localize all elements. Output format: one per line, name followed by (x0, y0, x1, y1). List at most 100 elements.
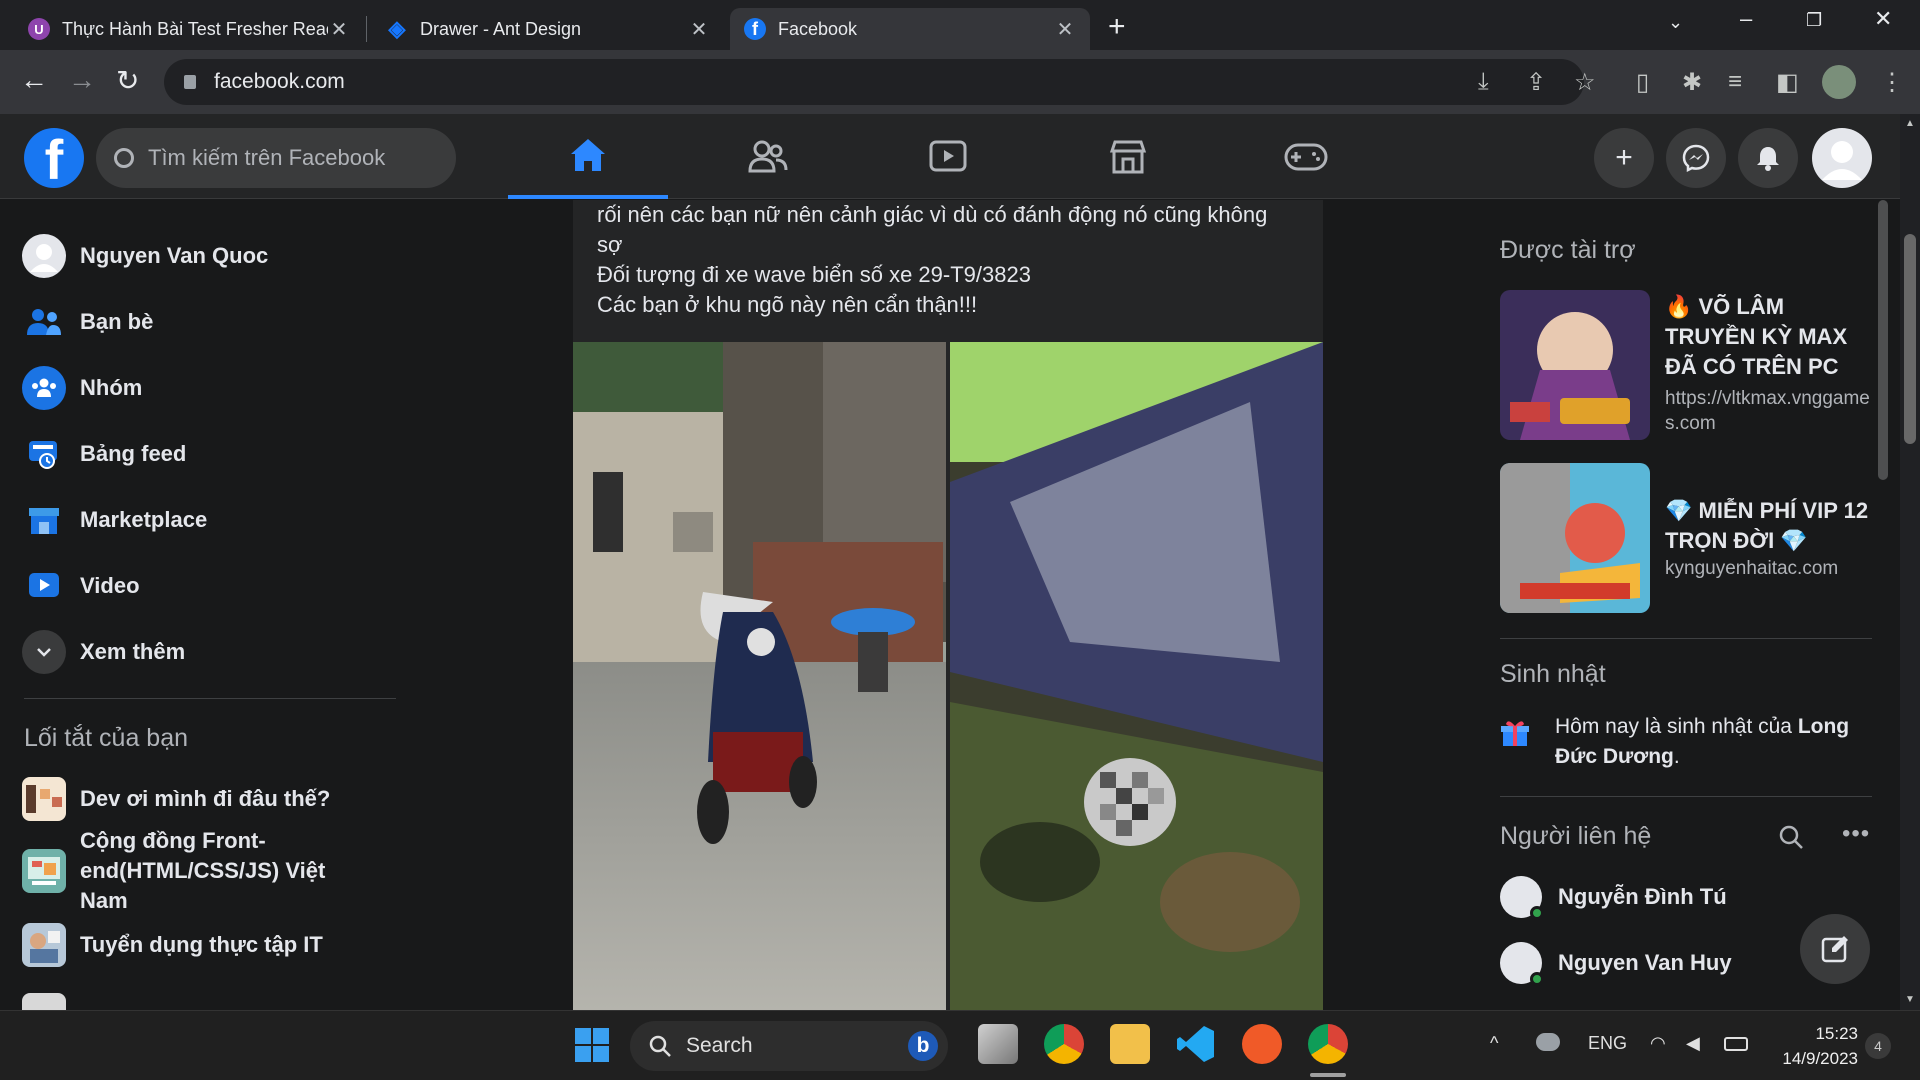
task-view-icon[interactable] (978, 1024, 1018, 1064)
browser-tab-ant-design[interactable]: ◈ Drawer - Ant Design ✕ (372, 8, 724, 50)
minimize-button[interactable]: – (1740, 6, 1752, 32)
new-message-button[interactable] (1800, 914, 1870, 984)
menu-kebab-icon[interactable]: ⋮ (1880, 68, 1904, 97)
tab-search-icon[interactable]: ⌄ (1668, 12, 1683, 33)
notifications-button[interactable] (1738, 128, 1798, 188)
install-app-icon[interactable]: ⤓ (1478, 68, 1489, 96)
close-tab-icon[interactable]: ✕ (1054, 17, 1076, 42)
scroll-down-arrow[interactable]: ▼ (1905, 994, 1915, 1005)
create-button[interactable]: + (1594, 128, 1654, 188)
post-photo-street[interactable] (573, 342, 946, 1010)
close-tab-icon[interactable]: ✕ (688, 17, 710, 42)
device-icon[interactable]: ▯ (1636, 68, 1649, 97)
language-indicator[interactable]: ENG (1588, 1033, 1627, 1054)
sidebar-item-groups[interactable]: Nhóm (22, 363, 142, 413)
sidebar-item-label: Bạn bè (80, 309, 154, 334)
scroll-up-arrow[interactable]: ▲ (1905, 118, 1915, 129)
video-icon (22, 564, 66, 608)
new-tab-button[interactable]: + (1108, 10, 1126, 44)
wifi-icon[interactable]: ◠ (1650, 1033, 1666, 1054)
messenger-button[interactable] (1666, 128, 1726, 188)
close-tab-icon[interactable]: ✕ (328, 17, 350, 42)
online-status-dot (1530, 906, 1544, 920)
vscode-icon[interactable] (1176, 1024, 1216, 1064)
search-input[interactable]: Tìm kiếm trên Facebook (96, 128, 456, 188)
more-options-icon[interactable]: ••• (1842, 820, 1870, 848)
ad-url: kynguyenhaitac.com (1665, 558, 1839, 579)
taskbar-search[interactable]: Search b (630, 1021, 948, 1071)
group-thumbnail (22, 993, 66, 1010)
address-bar[interactable]: facebook.com (164, 59, 1584, 105)
tray-overflow-icon[interactable]: ^ (1490, 1033, 1498, 1054)
reload-button[interactable]: ↻ (116, 64, 139, 97)
tab-watch[interactable] (868, 114, 1028, 199)
tab-title: Facebook (778, 18, 858, 39)
bing-icon[interactable]: b (908, 1031, 938, 1061)
bell-icon (1757, 147, 1779, 171)
post-line: rối nên các bạn nữ nên cảnh giác vì dù c… (597, 202, 1268, 257)
search-contacts-icon[interactable] (1778, 824, 1804, 850)
post-photo-closeup[interactable] (950, 342, 1323, 1010)
browser-toolbar: ← → ↻ facebook.com ⤓ ⇪ ☆ ▯ ✱ ≡ ◧ ⋮ (0, 50, 1920, 114)
volume-icon[interactable]: ◀ (1686, 1033, 1700, 1054)
facebook-logo[interactable]: f (24, 128, 84, 188)
browser-tab-fresher-react[interactable]: U Thực Hành Bài Test Fresher React ✕ (14, 8, 364, 50)
tab-title: Thực Hành Bài Test Fresher React (62, 18, 328, 39)
account-avatar[interactable] (1812, 128, 1872, 188)
chrome-icon[interactable] (1044, 1024, 1084, 1064)
sidebar-item-profile[interactable]: Nguyen Van Quoc (22, 231, 268, 281)
contact-item[interactable]: Nguyễn Đình Tú (1500, 872, 1727, 922)
page-scrollbar[interactable]: ▲ ▼ (1900, 114, 1920, 1010)
ad-image-kynguyen[interactable] (1500, 463, 1650, 613)
default-avatar-icon (1822, 141, 1862, 180)
lock-icon (184, 75, 196, 89)
sidebar-item-marketplace[interactable]: Marketplace (22, 495, 207, 545)
tab-home[interactable] (508, 114, 668, 199)
chrome-profile-icon[interactable] (1308, 1024, 1348, 1064)
extensions-icon[interactable]: ✱ (1682, 68, 1702, 97)
share-icon[interactable]: ⇪ (1526, 68, 1546, 97)
sidebar-item-video[interactable]: Video (22, 561, 140, 611)
system-clock[interactable]: 15:23 14/9/2023 (1768, 1021, 1858, 1071)
sidebar-item-see-more[interactable]: Xem thêm (22, 627, 185, 677)
scrollbar-thumb[interactable] (1904, 234, 1916, 444)
watch-icon (929, 140, 967, 171)
sidebar-item-friends[interactable]: Bạn bè (22, 297, 153, 347)
battery-icon[interactable] (1724, 1037, 1748, 1051)
messenger-icon (1682, 144, 1710, 172)
postman-icon[interactable] (1242, 1024, 1282, 1064)
close-window-button[interactable]: ✕ (1874, 6, 1892, 32)
back-button[interactable]: ← (20, 64, 48, 96)
friends-icon (748, 140, 788, 172)
onedrive-icon[interactable] (1536, 1033, 1560, 1051)
forward-button[interactable]: → (68, 64, 96, 96)
facebook-icon: f (744, 18, 766, 40)
clock-time: 15:23 (1815, 1024, 1858, 1043)
birthday-text[interactable]: Hôm nay là sinh nhật của Long Đức Dương. (1555, 712, 1875, 772)
shortcut-front-end-vn[interactable]: Cộng đồng Front-end(HTML/CSS/JS) Việt Na… (22, 828, 382, 913)
browser-profile-avatar[interactable] (1822, 65, 1856, 99)
compose-icon (1821, 936, 1848, 963)
shortcut-dev-oi[interactable]: Dev ơi mình đi đâu thế? (22, 774, 330, 824)
taskbar-search-label: Search (686, 1034, 753, 1057)
windows-start-icon[interactable] (574, 1027, 610, 1068)
file-explorer-icon[interactable] (1110, 1024, 1150, 1064)
bookmark-star-icon[interactable]: ☆ (1574, 68, 1596, 97)
tab-marketplace[interactable] (1048, 114, 1208, 199)
ad-title[interactable]: 💎 MIỄN PHÍ VIP 12 TRỌN ĐỜI 💎 (1665, 496, 1880, 556)
side-panel-icon[interactable]: ◧ (1776, 68, 1799, 97)
notification-count-badge[interactable]: 4 (1865, 1033, 1891, 1059)
sidebar-item-feeds[interactable]: Bảng feed (22, 429, 186, 479)
u-logo-icon: U (28, 18, 50, 40)
shortcut-tuyen-dung[interactable]: Tuyển dụng thực tập IT (22, 920, 323, 970)
contact-item[interactable]: Nguyen Van Huy (1500, 938, 1732, 988)
shortcut-partial[interactable] (22, 990, 80, 1010)
ad-image-vltk[interactable] (1500, 290, 1650, 440)
browser-tab-facebook[interactable]: f Facebook ✕ (730, 8, 1090, 50)
tab-gaming[interactable] (1226, 114, 1386, 199)
reading-list-icon[interactable]: ≡ (1728, 68, 1742, 96)
ad-title[interactable]: 🔥 VÕ LÂM TRUYỀN KỲ MAX ĐÃ CÓ TRÊN PC (1665, 292, 1880, 382)
restore-button[interactable]: ❐ (1806, 10, 1822, 31)
tab-friends[interactable] (688, 114, 848, 199)
right-sidebar-scrollbar[interactable] (1878, 200, 1888, 480)
